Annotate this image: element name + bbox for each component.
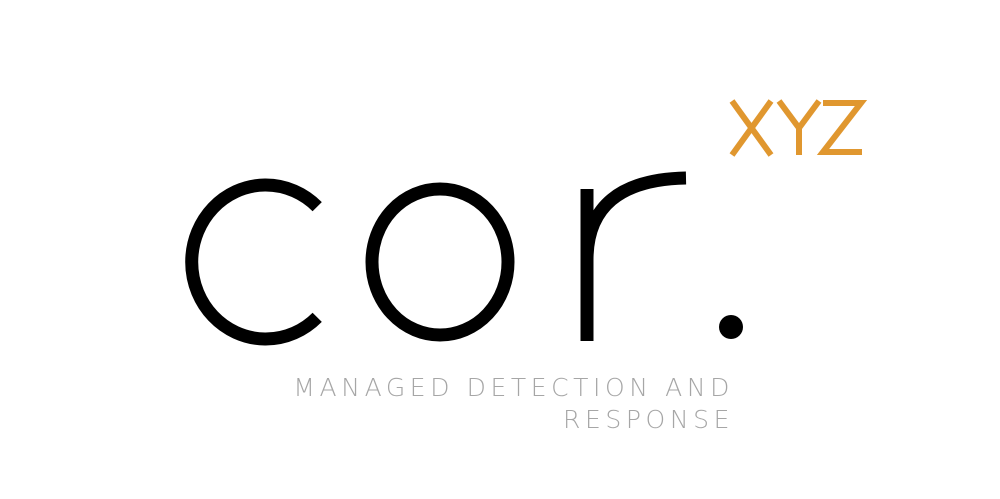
wordmark-letter-r-arc (580, 171, 687, 261)
brand-tagline: MANAGED DETECTION AND RESPONSE (293, 372, 734, 436)
tagline-line-2: RESPONSE (563, 405, 734, 434)
wordmark-letter-c (185, 178, 322, 346)
tagline-line-1: MANAGED DETECTION AND (293, 373, 734, 402)
wordmark-letter-o (365, 182, 515, 342)
wordmark-superscript-xyz (729, 99, 868, 157)
wordmark-period (719, 315, 743, 339)
